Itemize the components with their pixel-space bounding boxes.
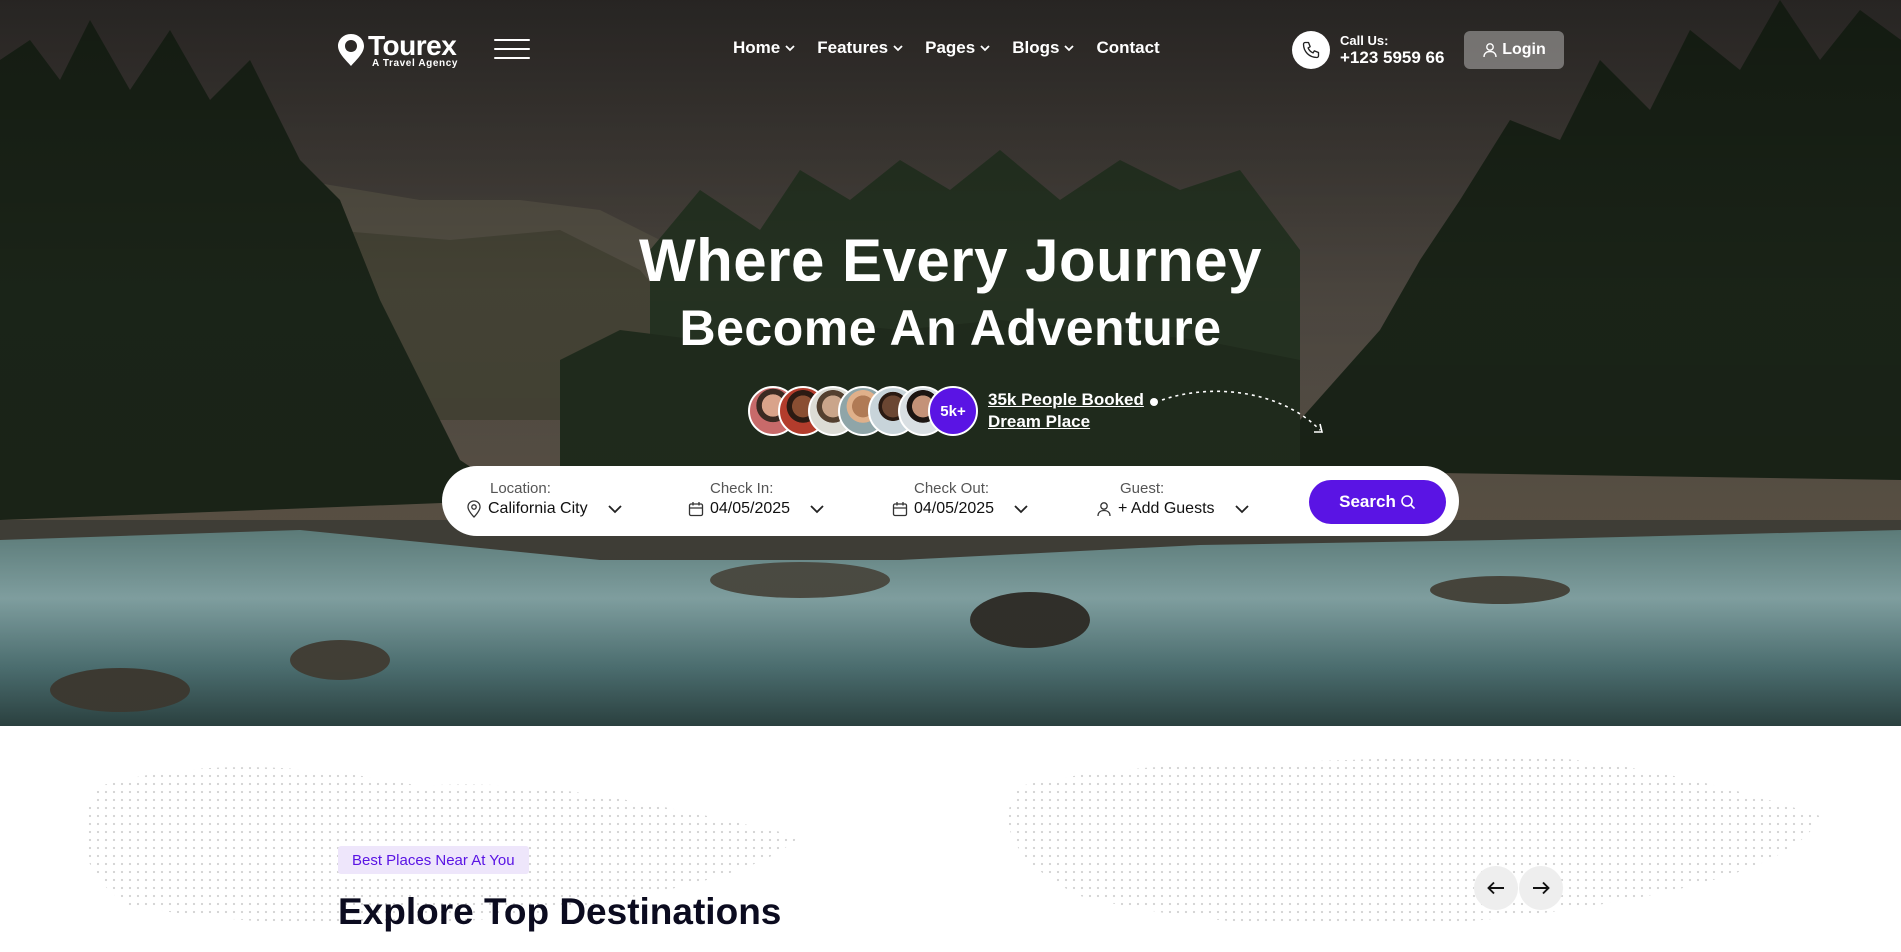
page: Tourex A Travel Agency Home Features Pag… <box>0 0 1901 952</box>
call-us[interactable]: Call Us: +123 5959 66 <box>1292 31 1444 69</box>
nav-item-features[interactable]: Features <box>817 38 904 58</box>
calendar-icon <box>892 502 908 517</box>
dashed-arrow-decoration <box>1150 390 1324 433</box>
guest-field[interactable]: Guest: + Add Guests <box>1096 480 1249 520</box>
nav-item-label: Features <box>817 38 889 57</box>
guest-value: + Add Guests <box>1118 500 1215 517</box>
nav-item-contact[interactable]: Contact <box>1096 38 1159 58</box>
brand-name: Tourex <box>368 30 457 61</box>
nav-item-blogs[interactable]: Blogs <box>1012 38 1075 58</box>
hamburger-menu-button[interactable] <box>494 39 530 61</box>
world-map-dots-decoration <box>83 754 1820 927</box>
location-value-row: California City <box>466 498 622 520</box>
chevron-down-icon <box>893 45 903 52</box>
avatar-group: 5k+ <box>748 386 978 436</box>
location-value: California City <box>488 500 588 517</box>
nav-item-pages[interactable]: Pages <box>925 38 991 58</box>
carousel-prev-button[interactable] <box>1474 866 1518 910</box>
check-in-value: 04/05/2025 <box>710 500 791 517</box>
brand-logo[interactable]: Tourex A Travel Agency <box>338 32 458 70</box>
login-label: Login <box>1502 41 1546 58</box>
search-button-label: Search <box>1339 492 1396 511</box>
hero-title-line2: Become An Adventure <box>679 300 1222 356</box>
logo-pin-icon <box>338 34 364 66</box>
check-in-field[interactable]: Check In: 04/05/2025 <box>688 480 824 520</box>
check-out-field[interactable]: Check Out: 04/05/2025 <box>892 480 1028 520</box>
user-icon <box>1097 502 1111 517</box>
section-title: Explore Top Destinations <box>338 891 782 932</box>
chevron-down-icon <box>607 505 622 514</box>
booking-search-bar: Location: California City Check In: 04/0… <box>442 466 1459 536</box>
booked-link[interactable]: 35k People Booked Dream Place <box>988 389 1144 433</box>
location-label: Location: <box>490 480 551 497</box>
calendar-icon <box>688 502 704 517</box>
call-label: Call Us: <box>1340 32 1389 48</box>
booked-social-proof: 5k+ 35k People Booked Dream Place <box>748 386 1144 436</box>
hero-title-line1: Where Every Journey <box>638 227 1263 294</box>
hamburger-line <box>494 48 530 50</box>
hamburger-line <box>494 57 530 59</box>
search-button[interactable]: Search <box>1309 480 1446 524</box>
call-text: Call Us: +123 5959 66 <box>1340 33 1444 68</box>
hamburger-icon <box>494 39 530 41</box>
chevron-down-icon <box>1014 505 1028 514</box>
booked-count-badge: 5k+ <box>928 386 978 436</box>
call-number: +123 5959 66 <box>1340 47 1445 67</box>
guest-label: Guest: <box>1120 480 1165 497</box>
location-field[interactable]: Location: California City <box>466 480 622 520</box>
chevron-down-icon <box>1234 505 1249 514</box>
user-icon <box>1483 43 1497 58</box>
section-tag: Best Places Near At You <box>338 846 529 874</box>
phone-icon <box>1292 31 1330 69</box>
brand-tagline: A Travel Agency <box>372 58 459 69</box>
login-button[interactable]: Login <box>1464 31 1564 69</box>
map-pin-icon <box>467 500 481 518</box>
booked-line1: 35k People Booked <box>988 390 1144 409</box>
arrow-left-icon <box>1487 881 1504 895</box>
check-out-label: Check Out: <box>914 480 990 497</box>
check-in-value-row: 04/05/2025 <box>688 498 824 520</box>
hero-section: Tourex A Travel Agency Home Features Pag… <box>0 0 1901 726</box>
check-out-value-row: 04/05/2025 <box>892 498 1028 520</box>
guest-value-row: + Add Guests <box>1096 498 1249 520</box>
main-nav: Home Features Pages Blogs Contact <box>733 38 1181 58</box>
booked-line2: Dream Place <box>988 412 1091 431</box>
chevron-down-icon <box>1064 45 1075 52</box>
arrow-right-icon <box>1533 881 1550 895</box>
nav-item-label: Blogs <box>1012 38 1060 57</box>
chevron-down-icon <box>785 45 795 52</box>
carousel-next-button[interactable] <box>1519 866 1563 910</box>
check-in-label: Check In: <box>710 480 774 497</box>
check-out-value: 04/05/2025 <box>914 500 995 517</box>
hero-background-image <box>0 0 1901 726</box>
chevron-down-icon <box>980 45 990 52</box>
search-icon <box>1401 495 1415 510</box>
nav-item-label: Contact <box>1096 38 1160 57</box>
nav-item-home[interactable]: Home <box>733 38 796 58</box>
nav-item-label: Home <box>733 38 781 57</box>
chevron-down-icon <box>810 505 824 514</box>
nav-item-label: Pages <box>925 38 976 57</box>
